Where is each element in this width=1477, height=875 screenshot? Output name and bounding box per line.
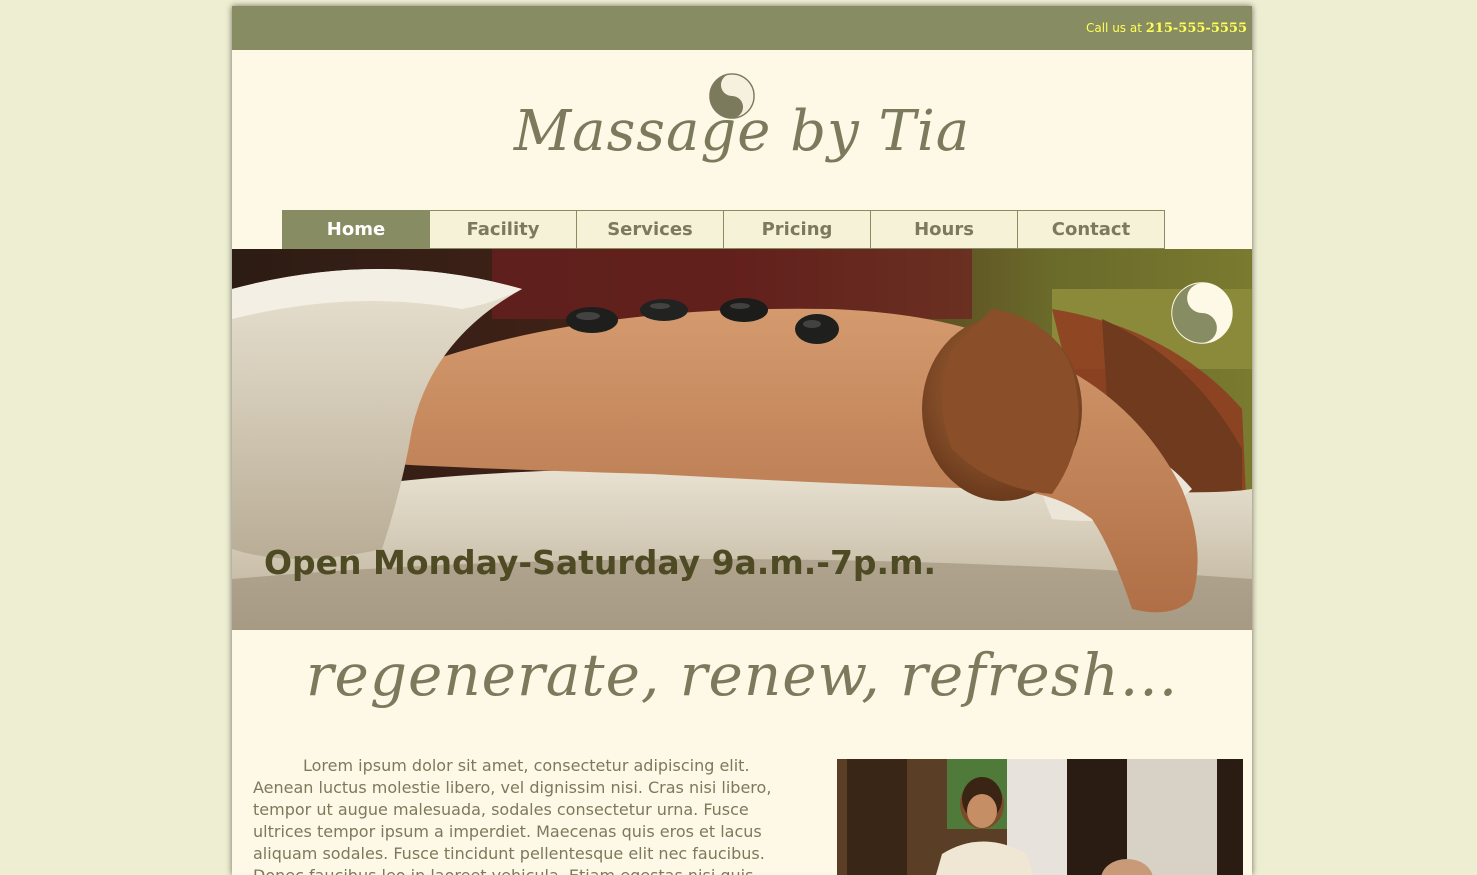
- page-container: Call us at 215-555-5555 Massage by Tia H…: [232, 6, 1252, 875]
- nav-contact[interactable]: Contact: [1017, 210, 1165, 249]
- nav-home[interactable]: Home: [282, 210, 430, 249]
- thai-massage-photo: [837, 759, 1243, 875]
- top-bar: Call us at 215-555-5555: [232, 6, 1252, 50]
- hours-caption: Open Monday-Saturday 9a.m.-7p.m.: [264, 543, 937, 582]
- nav-pricing[interactable]: Pricing: [723, 210, 871, 249]
- hero-yin-yang-icon: [1171, 282, 1233, 344]
- phone-number-link[interactable]: 215-555-5555: [1146, 21, 1247, 36]
- main-nav: Home Facility Services Pricing Hours Con…: [282, 210, 1165, 249]
- nav-facility[interactable]: Facility: [429, 210, 577, 249]
- site-title-logo[interactable]: Massage by Tia: [232, 104, 1252, 160]
- nav-services[interactable]: Services: [576, 210, 724, 249]
- call-us-text: Call us at 215-555-5555: [1086, 21, 1247, 36]
- tagline: regenerate, renew, refresh...: [305, 641, 1179, 709]
- nav-hours[interactable]: Hours: [870, 210, 1018, 249]
- call-us-label: Call us at: [1085, 21, 1146, 35]
- hero-banner: Open Monday-Saturday 9a.m.-7p.m.: [232, 249, 1252, 630]
- intro-paragraph: Lorem ipsum dolor sit amet, consectetur …: [253, 756, 772, 875]
